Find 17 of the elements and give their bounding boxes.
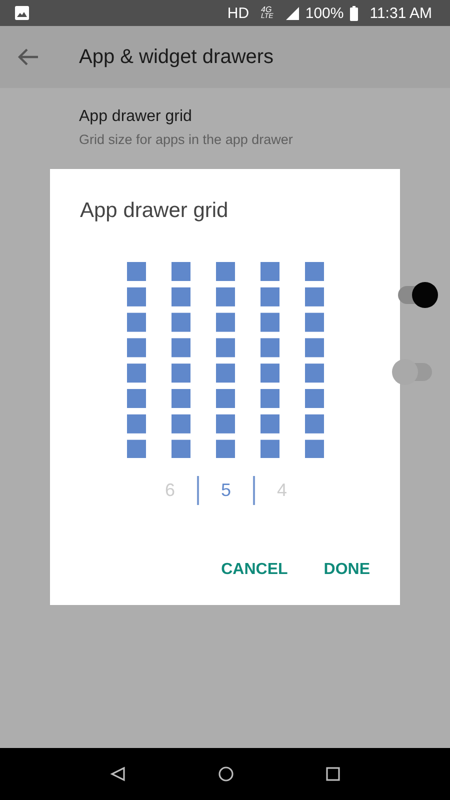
battery-percent: 100% (305, 4, 344, 22)
clock: 11:31 AM (370, 4, 432, 22)
setting-title[interactable]: App drawer grid (79, 108, 450, 126)
dialog-button[interactable]: DONE (316, 553, 378, 587)
image-icon (15, 6, 29, 20)
home-icon[interactable] (218, 766, 234, 782)
recents-icon[interactable] (326, 767, 340, 781)
setting-summary: Grid size for apps in the app drawer (79, 132, 294, 147)
battery-icon (350, 6, 358, 20)
page-title: App & widget drawers (79, 46, 274, 68)
dialog-title: App drawer grid (80, 199, 228, 223)
number-option[interactable]: 5 (197, 476, 255, 505)
back-arrow-icon[interactable] (17, 48, 39, 66)
dialog-button[interactable]: CANCEL (213, 553, 296, 587)
network-label: HD (227, 4, 250, 22)
signal-icon (285, 6, 300, 20)
back-icon[interactable] (110, 766, 126, 782)
